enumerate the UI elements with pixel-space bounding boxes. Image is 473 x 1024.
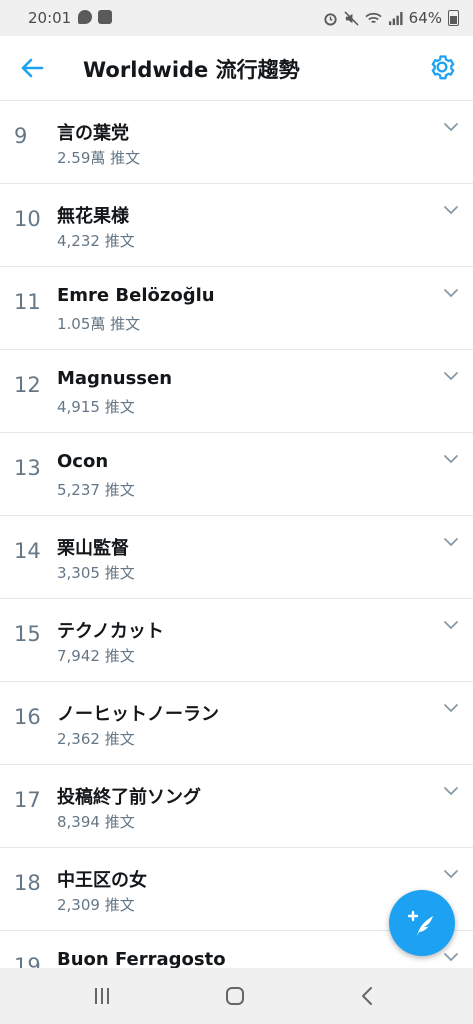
trend-name: Buon Ferragosto	[57, 949, 226, 970]
trend-rank: 10	[14, 207, 41, 231]
tweet-count: 4,915 推文	[57, 398, 135, 416]
wifi-icon	[365, 12, 382, 23]
home-icon	[226, 987, 244, 1005]
trend-row[interactable]: 13 Ocon 5,237 推文	[0, 433, 473, 516]
recent-apps-button[interactable]	[88, 982, 116, 1010]
chevron-down-icon[interactable]	[441, 532, 461, 552]
chevron-down-icon[interactable]	[441, 615, 461, 635]
trend-name: ノーヒットノーラン	[57, 704, 219, 725]
battery-icon	[448, 10, 459, 26]
trend-name: Magnussen	[57, 368, 173, 389]
trend-rank: 11	[14, 290, 41, 314]
settings-button[interactable]	[427, 52, 459, 84]
tweet-count: 5,237 推文	[57, 481, 135, 499]
trend-row[interactable]: 9 言の葉党 2.59萬 推文	[0, 101, 473, 184]
page-title: Worldwide 流行趨勢	[83, 58, 300, 82]
tweet-count: 2,309 推文	[57, 896, 135, 914]
tweet-count: 2.59萬 推文	[57, 149, 141, 167]
tweet-count: 8,394 推文	[57, 813, 135, 831]
trend-row[interactable]: 12 Magnussen 4,915 推文	[0, 350, 473, 433]
app-bar: Worldwide 流行趨勢	[0, 36, 473, 101]
gear-icon	[431, 55, 455, 80]
alarm-icon	[324, 12, 337, 26]
tweet-count: 3,305 推文	[57, 564, 135, 582]
recent-apps-icon	[95, 988, 109, 1004]
tweet-count: 1.05萬 推文	[57, 315, 141, 333]
trend-rank: 17	[14, 788, 41, 812]
trend-rank: 14	[14, 539, 41, 563]
tweet-count: 4,232 推文	[57, 232, 135, 250]
chevron-down-icon[interactable]	[441, 283, 461, 303]
trend-rank: 16	[14, 705, 41, 729]
trend-row[interactable]: 17 投稿終了前ソング 8,394 推文	[0, 765, 473, 848]
trend-name: 栗山監督	[57, 538, 129, 559]
trend-name: 中王区の女	[57, 870, 147, 891]
tweet-count: 7,942 推文	[57, 647, 135, 665]
trend-name: 言の葉党	[57, 123, 129, 144]
back-button[interactable]	[16, 52, 48, 84]
chevron-down-icon[interactable]	[441, 117, 461, 137]
arrow-left-icon	[21, 58, 44, 78]
trend-rank: 18	[14, 871, 41, 895]
back-icon	[362, 987, 372, 1005]
trends-list: 9 言の葉党 2.59萬 推文 10 無花果様 4,232 推文 11 Emre…	[0, 101, 473, 1014]
trend-rank: 15	[14, 622, 41, 646]
status-time: 20:01	[28, 9, 72, 27]
chevron-down-icon[interactable]	[441, 947, 461, 967]
trend-row[interactable]: 14 栗山監督 3,305 推文	[0, 516, 473, 599]
compose-tweet-button[interactable]	[389, 890, 455, 956]
mute-icon	[344, 10, 359, 26]
trend-name: Ocon	[57, 451, 109, 472]
chevron-down-icon[interactable]	[441, 781, 461, 801]
trend-row[interactable]: 16 ノーヒットノーラン 2,362 推文	[0, 682, 473, 765]
signal-icon	[388, 11, 403, 25]
trend-rank: 13	[14, 456, 41, 480]
trend-row[interactable]: 15 テクノカット 7,942 推文	[0, 599, 473, 682]
trend-name: テクノカット	[57, 621, 164, 642]
trend-name: Emre Belözoğlu	[57, 285, 215, 306]
tweet-count: 2,362 推文	[57, 730, 135, 748]
chat-bubble-icon	[78, 10, 92, 24]
trend-name: 無花果様	[57, 206, 129, 227]
battery-percent: 64%	[408, 9, 442, 27]
back-nav-button[interactable]	[354, 982, 382, 1010]
camera-notification-icon	[98, 10, 112, 24]
home-button[interactable]	[221, 982, 249, 1010]
compose-tweet-icon	[407, 910, 433, 936]
trend-rank: 9	[14, 124, 28, 148]
chevron-down-icon[interactable]	[441, 449, 461, 469]
chevron-down-icon[interactable]	[441, 366, 461, 386]
chevron-down-icon[interactable]	[441, 864, 461, 884]
chevron-down-icon[interactable]	[441, 698, 461, 718]
trend-name: 投稿終了前ソング	[57, 787, 201, 808]
trend-rank: 12	[14, 373, 41, 397]
trend-row[interactable]: 11 Emre Belözoğlu 1.05萬 推文	[0, 267, 473, 350]
trend-row[interactable]: 10 無花果様 4,232 推文	[0, 184, 473, 267]
status-bar: 20:01 64%	[0, 0, 473, 36]
navigation-bar	[0, 968, 473, 1024]
chevron-down-icon[interactable]	[441, 200, 461, 220]
